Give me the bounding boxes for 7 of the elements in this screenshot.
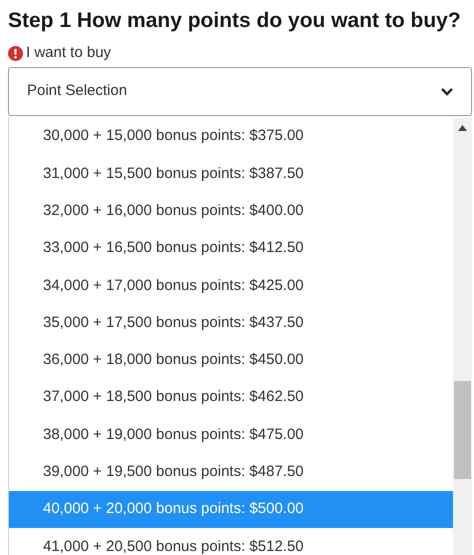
chevron-icon — [441, 88, 453, 96]
scrollbar[interactable] — [453, 118, 472, 555]
point-select[interactable]: Point Selection — [8, 67, 472, 116]
field-label: I want to buy — [26, 42, 112, 63]
scroll-up-icon — [458, 125, 467, 131]
scrollbar-thumb[interactable] — [454, 381, 471, 479]
step-heading: Step 1 How many points do you want to buy? — [8, 8, 462, 34]
